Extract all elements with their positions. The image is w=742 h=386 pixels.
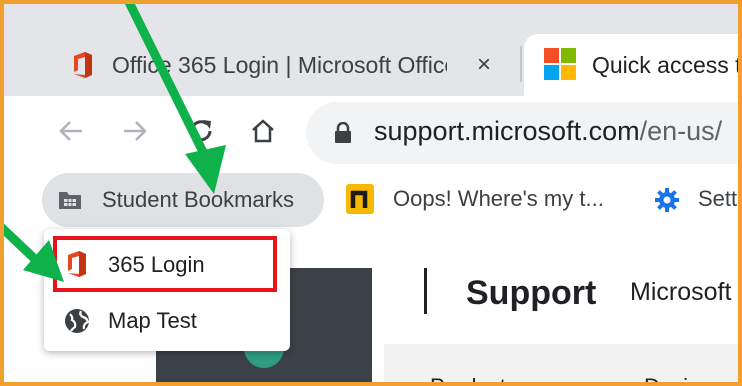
bookmark-settings[interactable]: Setti [648, 172, 742, 228]
tab-separator [520, 46, 522, 82]
browser-toolbar: support.microsoft.com/en-us/ [4, 96, 738, 172]
page-brand-subtitle[interactable]: Microsoft [630, 278, 731, 307]
chevron-down-icon: ⌄ [523, 374, 541, 382]
url-path: /en-us/ [639, 116, 723, 146]
bookmarks-bar: Student Bookmarks Oops! Where's my t... … [4, 172, 742, 234]
url-text: support.microsoft.com/en-us/ [374, 116, 722, 147]
home-icon [249, 117, 277, 150]
tab-office-365-login[interactable]: Office 365 Login | Microsoft Office × [50, 34, 520, 96]
tab-quick-access[interactable]: Quick access to [524, 34, 742, 96]
tab-title: Office 365 Login | Microsoft Office [112, 51, 447, 78]
forward-button[interactable] [118, 116, 152, 150]
back-button[interactable] [54, 116, 88, 150]
globe-icon [64, 308, 90, 339]
n-logo-icon [346, 184, 374, 214]
screenshot-frame: Office 365 Login | Microsoft Office × Qu… [0, 0, 742, 386]
menu-item-label: Map Test [108, 308, 197, 333]
brand-divider [424, 268, 427, 314]
microsoft-logo-icon [544, 48, 576, 85]
office-icon [70, 51, 94, 84]
nav-devices[interactable]: Devices [644, 374, 722, 382]
bookmark-folder-student-bookmarks[interactable]: Student Bookmarks [42, 173, 324, 227]
nav-products[interactable]: Products ⌄ [430, 374, 541, 382]
lock-icon [334, 121, 352, 149]
bookmark-label: Setti [698, 186, 742, 211]
forward-arrow-icon [121, 117, 149, 150]
back-arrow-icon [57, 117, 85, 150]
folder-icon [58, 190, 82, 215]
reload-icon [186, 116, 216, 151]
address-bar[interactable]: support.microsoft.com/en-us/ [306, 102, 738, 164]
bookmark-oops[interactable]: Oops! Where's my t... [340, 172, 630, 228]
tab-title: Quick access to [592, 51, 742, 78]
nav-label: Products [430, 374, 517, 382]
menu-item-map-test[interactable]: Map Test [44, 295, 290, 347]
gear-icon [654, 187, 680, 218]
page-brand-title[interactable]: Support [466, 274, 596, 313]
bookmark-folder-label: Student Bookmarks [102, 187, 294, 212]
product-nav: Products ⌄ Devices [384, 344, 738, 382]
highlight-box [53, 236, 277, 292]
tab-strip: Office 365 Login | Microsoft Office × Qu… [4, 4, 742, 96]
url-domain: support.microsoft.com [374, 116, 640, 146]
reload-button[interactable] [184, 116, 218, 150]
bookmark-label: Oops! Where's my t... [393, 186, 604, 211]
close-icon[interactable]: × [477, 51, 491, 79]
home-button[interactable] [246, 116, 280, 150]
